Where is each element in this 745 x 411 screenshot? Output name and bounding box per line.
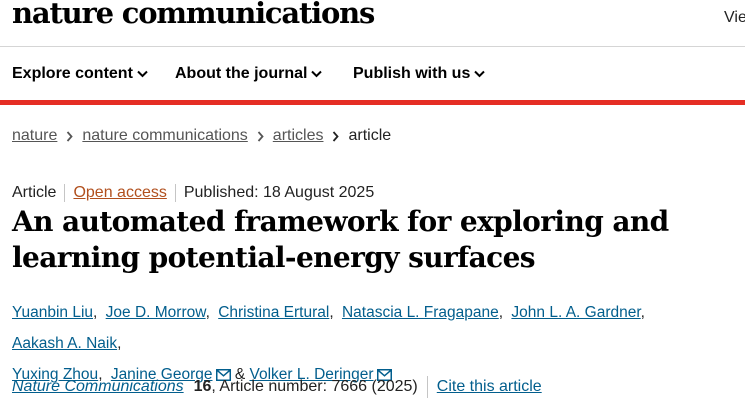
author-link[interactable]: Christina Ertural (218, 304, 329, 321)
author-separator: , (329, 304, 334, 321)
breadcrumb-nature-communications[interactable]: nature communications (82, 127, 247, 145)
nav-explore-content[interactable]: Explore content (12, 65, 148, 83)
breadcrumb-current: article (348, 127, 392, 144)
chevron-down-icon (311, 70, 323, 78)
breadcrumb-articles[interactable]: articles (273, 127, 324, 145)
chevron-right-icon (332, 130, 340, 142)
author-separator: , (93, 304, 98, 321)
meta-divider (174, 184, 176, 202)
author-link[interactable]: John L. A. Gardner (511, 304, 640, 321)
cite-divider (426, 376, 428, 398)
nav-about-journal[interactable]: About the journal (175, 65, 323, 83)
chevron-right-icon (66, 130, 74, 142)
article-title: An automated framework for exploring and… (12, 205, 669, 274)
breadcrumb-nature[interactable]: nature (12, 127, 57, 145)
article-meta: Article Open access Published: 18 August… (12, 184, 374, 202)
author-link[interactable]: Natascia L. Fragapane (342, 304, 499, 321)
citation-line: Nature Communications 16 , Article numbe… (12, 376, 542, 398)
nav-publish-with-us[interactable]: Publish with us (353, 65, 486, 83)
author-link[interactable]: Joe D. Morrow (106, 304, 206, 321)
author-separator: , (640, 304, 645, 321)
volume-number: 16 (193, 378, 212, 395)
author-separator: , (205, 304, 210, 321)
article-number: , Article number: 7666 (2025) (211, 378, 418, 395)
chevron-down-icon (474, 70, 486, 78)
author-link[interactable]: Yuanbin Liu (12, 304, 93, 321)
nav-about-journal-label: About the journal (175, 65, 308, 82)
journal-link[interactable]: Nature Communications (12, 378, 184, 396)
published-date: Published: 18 August 2025 (183, 184, 375, 201)
main-nav: Explore content About the journal Publis… (0, 47, 745, 99)
author-link[interactable]: Aakash A. Naik (12, 335, 117, 352)
author-separator: , (117, 335, 122, 352)
chevron-down-icon (137, 70, 148, 78)
journal-logo[interactable]: nature communications (12, 0, 375, 30)
site-header: nature communications Vie (0, 0, 745, 47)
nav-explore-content-label: Explore content (12, 65, 133, 82)
accent-bar (0, 100, 745, 105)
meta-divider (64, 184, 66, 202)
nav-publish-with-us-label: Publish with us (353, 65, 471, 82)
chevron-right-icon (257, 130, 264, 142)
view-menu-link[interactable]: Vie (724, 9, 745, 27)
breadcrumb: nature nature communications articles ar… (12, 127, 391, 145)
article-type: Article (12, 184, 57, 201)
author-separator: , (498, 304, 504, 321)
cite-this-article-link[interactable]: Cite this article (437, 378, 542, 396)
open-access-link[interactable]: Open access (73, 184, 166, 202)
